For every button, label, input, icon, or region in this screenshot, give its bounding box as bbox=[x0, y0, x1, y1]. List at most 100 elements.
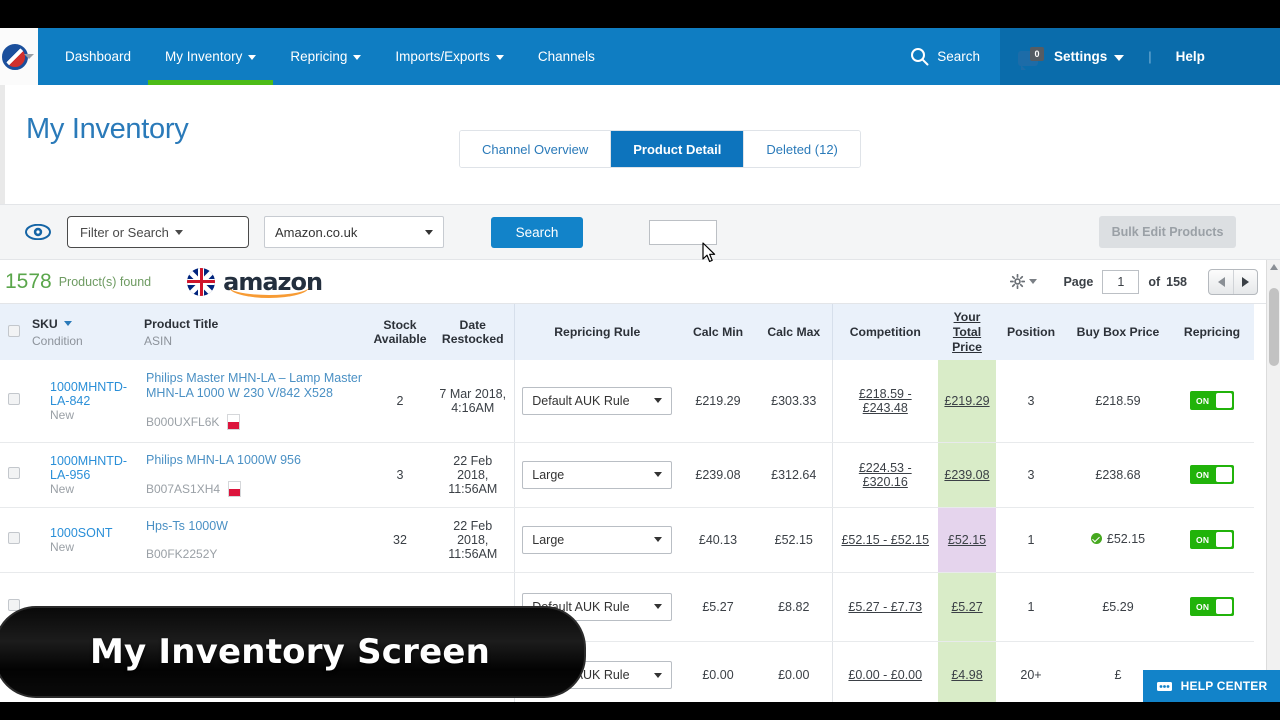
competition-range[interactable]: £5.27 - £7.73 bbox=[848, 600, 922, 614]
tab-deleted[interactable]: Deleted (12) bbox=[744, 131, 860, 167]
nav-item-dashboard[interactable]: Dashboard bbox=[48, 28, 148, 85]
competition-range[interactable]: £52.15 - £52.15 bbox=[841, 533, 929, 547]
cell-your-total-price: £239.08 bbox=[938, 442, 996, 508]
help-link[interactable]: Help bbox=[1176, 49, 1205, 64]
repricing-toggle[interactable]: ON bbox=[1190, 465, 1234, 484]
cell-competition: £218.59 - £243.48 bbox=[831, 360, 938, 443]
competition-range[interactable]: £0.00 - £0.00 bbox=[848, 668, 922, 682]
th-stock-available[interactable]: Stock Available bbox=[368, 304, 432, 360]
cell-calc-max: £303.33 bbox=[756, 360, 832, 443]
sku-link[interactable]: 1000SONT bbox=[50, 526, 136, 540]
th-repricing[interactable]: Repricing bbox=[1170, 304, 1254, 360]
tab-label-product-detail: Product Detail bbox=[633, 141, 722, 157]
buy-box-price-value: £5.29 bbox=[1102, 599, 1134, 614]
repricing-rule-value: Large bbox=[532, 467, 565, 482]
th-competition[interactable]: Competition bbox=[831, 304, 938, 360]
repricing-toggle[interactable]: ON bbox=[1190, 530, 1234, 549]
sku-link[interactable]: 1000MHNTD-LA-956 bbox=[50, 454, 136, 482]
tab-product-detail[interactable]: Product Detail bbox=[611, 131, 745, 167]
next-page-icon[interactable] bbox=[1233, 269, 1257, 294]
nav-settings-zone: 0 Settings | Help bbox=[1000, 28, 1280, 85]
nav-item-repricing[interactable]: Repricing bbox=[273, 28, 378, 85]
global-search-button[interactable]: Search bbox=[890, 28, 1000, 85]
nav-item-imports-exports[interactable]: Imports/Exports bbox=[378, 28, 521, 85]
secondary-search-input[interactable] bbox=[649, 219, 717, 245]
settings-menu[interactable]: Settings bbox=[1054, 49, 1125, 64]
prev-page-icon[interactable] bbox=[1209, 270, 1233, 294]
row-select-cell[interactable] bbox=[0, 360, 28, 443]
bulk-edit-products-button[interactable]: Bulk Edit Products bbox=[1099, 216, 1236, 248]
th-product-title[interactable]: Product Title ASIN bbox=[140, 304, 368, 360]
row-checkbox[interactable] bbox=[8, 393, 20, 406]
row-checkbox[interactable] bbox=[8, 467, 20, 479]
scroll-up-icon[interactable] bbox=[1270, 264, 1278, 270]
cell-buy-box-price: £52.15 bbox=[1066, 507, 1170, 573]
product-title-link[interactable]: Hps-Ts 1000W bbox=[146, 519, 364, 534]
nav-label-channels: Channels bbox=[537, 49, 595, 64]
row-select-cell[interactable] bbox=[0, 507, 28, 573]
sort-descending-icon[interactable] bbox=[63, 320, 72, 326]
th-select-all[interactable] bbox=[0, 304, 28, 360]
th-your-total-price[interactable]: Your Total Price bbox=[938, 304, 996, 360]
help-center-button[interactable]: HELP CENTER bbox=[1143, 670, 1280, 702]
row-checkbox[interactable] bbox=[8, 532, 20, 544]
nav-item-channels[interactable]: Channels bbox=[521, 28, 612, 85]
cell-calc-min: £40.13 bbox=[680, 507, 756, 573]
table-row[interactable]: 1000SONT New Hps-Ts 1000W B00FK2252Y 32 … bbox=[0, 507, 1254, 573]
select-all-checkbox[interactable] bbox=[8, 324, 20, 337]
filter-or-search-dropdown[interactable]: Filter or Search bbox=[67, 216, 249, 248]
nav-item-my-inventory[interactable]: My Inventory bbox=[148, 28, 274, 85]
pl-flag-icon bbox=[228, 480, 242, 497]
vertical-scrollbar[interactable] bbox=[1266, 260, 1280, 702]
toggle-on-label: ON bbox=[1196, 469, 1210, 480]
cell-position: 3 bbox=[996, 442, 1066, 508]
product-title-link[interactable]: Philips MHN-LA 1000W 956 bbox=[146, 453, 364, 468]
search-button[interactable]: Search bbox=[491, 216, 583, 248]
eye-icon[interactable] bbox=[25, 219, 51, 245]
table-row[interactable]: 1000MHNTD-LA-842 New Philips Master MHN-… bbox=[0, 360, 1254, 443]
pl-flag-icon bbox=[227, 414, 241, 431]
channel-select[interactable]: Amazon.co.uk bbox=[264, 216, 444, 248]
table-header-row: SKU Condition Product Title ASIN Stock A… bbox=[0, 304, 1254, 360]
your-total-price-value[interactable]: £239.08 bbox=[944, 468, 989, 482]
your-total-price-value[interactable]: £5.27 bbox=[951, 600, 982, 614]
column-settings-gear[interactable] bbox=[1010, 274, 1038, 289]
buy-box-price-value: £ bbox=[1114, 668, 1122, 682]
th-date-restocked[interactable]: Date Restocked bbox=[432, 304, 514, 360]
your-total-price-value[interactable]: £219.29 bbox=[944, 394, 989, 408]
th-position[interactable]: Position bbox=[996, 304, 1066, 360]
cell-calc-min: £239.08 bbox=[680, 442, 756, 508]
repricing-rule-select[interactable]: Large bbox=[522, 460, 673, 489]
repricing-rule-value: Default AUK Rule bbox=[532, 393, 630, 408]
th-product-title-label: Product Title bbox=[144, 316, 219, 331]
table-row[interactable]: 1000MHNTD-LA-956 New Philips MHN-LA 1000… bbox=[0, 442, 1254, 508]
th-date-label: Date bbox=[459, 318, 486, 332]
product-title-link[interactable]: Philips Master MHN-LA – Lamp Master MHN-… bbox=[146, 371, 364, 401]
your-total-price-value[interactable]: £4.98 bbox=[951, 668, 982, 682]
repricing-toggle[interactable]: ON bbox=[1190, 597, 1234, 616]
sku-link[interactable]: 1000MHNTD-LA-842 bbox=[50, 380, 136, 408]
cell-date-restocked: 7 Mar 2018, 4:16AM bbox=[432, 360, 514, 443]
app-logo[interactable] bbox=[0, 28, 38, 85]
competition-range[interactable]: £224.53 - £320.16 bbox=[859, 461, 912, 489]
th-calc-min[interactable]: Calc Min bbox=[680, 304, 756, 360]
tab-channel-overview[interactable]: Channel Overview bbox=[460, 131, 612, 167]
th-calc-max[interactable]: Calc Max bbox=[756, 304, 832, 360]
asin-value: B007AS1XH4 bbox=[146, 481, 221, 496]
repricing-toggle[interactable]: ON bbox=[1190, 391, 1234, 411]
th-repricing-rule[interactable]: Repricing Rule bbox=[513, 304, 680, 360]
competition-range[interactable]: £218.59 - £243.48 bbox=[859, 387, 912, 415]
your-total-price-value[interactable]: £52.15 bbox=[948, 533, 986, 547]
messages-icon[interactable]: 0 bbox=[1018, 46, 1044, 70]
page-number-input[interactable] bbox=[1102, 269, 1140, 294]
th-buy-box-price[interactable]: Buy Box Price bbox=[1066, 304, 1170, 360]
scrollbar-thumb[interactable] bbox=[1269, 288, 1279, 366]
uk-flag-icon bbox=[187, 267, 216, 296]
logo-chevron-down-icon[interactable] bbox=[24, 54, 34, 59]
nav-right-group: Search 0 Settings | Help bbox=[890, 28, 1280, 85]
row-select-cell[interactable] bbox=[0, 442, 28, 508]
repricing-rule-select[interactable]: Default AUK Rule bbox=[522, 386, 673, 415]
repricing-rule-select[interactable]: Large bbox=[522, 525, 673, 554]
asin-line: B007AS1XH4 bbox=[146, 480, 364, 497]
th-sku[interactable]: SKU Condition bbox=[28, 304, 140, 360]
